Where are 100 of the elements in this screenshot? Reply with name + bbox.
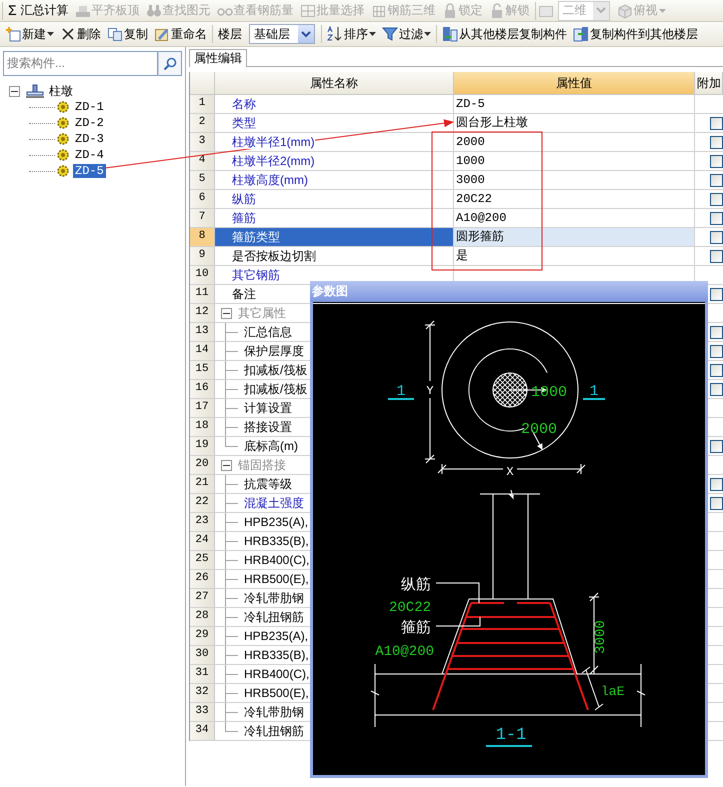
column-header[interactable]: 属性名称 <box>215 72 454 94</box>
checkbox[interactable] <box>710 364 723 376</box>
tree-line <box>225 627 237 645</box>
property-name: 冷轧扭钢筋 <box>244 724 304 738</box>
row-number: 10 <box>190 266 215 284</box>
property-name: 纵筋 <box>232 192 256 206</box>
tree-item[interactable]: ZD-5 <box>73 164 106 178</box>
property-name: 保护层厚度 <box>244 344 304 358</box>
checkbox[interactable] <box>710 288 723 300</box>
property-value[interactable]: 圆形箍筋 <box>454 228 694 246</box>
gear-icon <box>57 165 69 177</box>
toolbar-button[interactable]: 从其他楼层复制构件 <box>439 24 570 44</box>
checkbox[interactable] <box>710 344 723 358</box>
row-number: 16 <box>190 380 215 398</box>
row-number: 20 <box>190 456 215 474</box>
collapse-toggle[interactable] <box>221 308 232 318</box>
property-value[interactable]: 3000 <box>454 171 694 189</box>
checkbox[interactable] <box>710 478 723 490</box>
tree-line <box>225 646 237 664</box>
row-number: 15 <box>190 361 215 379</box>
group-name: 其它属性 <box>238 306 286 320</box>
checkbox[interactable] <box>710 154 723 168</box>
tree-item[interactable]: ZD-4 <box>73 148 106 162</box>
checkbox[interactable] <box>710 192 723 206</box>
toolbar-button[interactable]: Σ 汇总计算 <box>5 0 72 20</box>
collapse-toggle[interactable] <box>9 86 20 96</box>
search-field[interactable]: 搜索构件... <box>3 51 158 76</box>
checkbox[interactable] <box>710 440 723 452</box>
checkbox[interactable] <box>710 174 723 186</box>
property-name: 其它钢筋 <box>232 268 280 282</box>
row-number: 26 <box>190 570 215 588</box>
dimension-label: X <box>506 465 514 479</box>
row-number: 31 <box>190 665 215 683</box>
tree-line <box>225 342 237 360</box>
floor-select[interactable]: 基础层 <box>249 24 315 44</box>
tree-line <box>225 532 237 550</box>
group-name: 锚固搭接 <box>238 458 286 472</box>
checkbox[interactable] <box>710 212 723 224</box>
toolbar-button[interactable]: 复制 <box>104 24 151 44</box>
tree-line <box>225 494 237 512</box>
property-name: HPB235(A), <box>244 628 308 644</box>
checkbox[interactable] <box>710 116 723 130</box>
checkbox[interactable] <box>710 250 723 262</box>
checkbox[interactable] <box>710 230 723 244</box>
property-value[interactable]: 圆台形上柱墩 <box>454 114 694 132</box>
row-number: 34 <box>190 722 215 740</box>
property-name: HRB500(E), <box>244 572 309 586</box>
section-mark-underline <box>583 398 605 400</box>
search-button[interactable] <box>158 51 182 76</box>
dimension-label: 3000 <box>593 620 609 654</box>
property-value[interactable]: 2000 <box>454 133 694 151</box>
row-number: 13 <box>190 323 215 341</box>
property-value[interactable]: 20C22 <box>454 190 694 208</box>
row-number: 21 <box>190 475 215 493</box>
row-number: 32 <box>190 684 215 702</box>
grid-icon <box>300 2 316 18</box>
tree-item[interactable]: 柱墩 <box>47 84 75 98</box>
rebar-spec: 20C22 <box>388 600 431 616</box>
row-number: 12 <box>190 304 215 322</box>
property-name: 箍筋类型 <box>232 230 280 244</box>
column-header[interactable]: 属性值 <box>454 72 695 94</box>
property-name: HRB335(B), <box>244 648 309 662</box>
column-group-icon <box>26 84 44 98</box>
row-number: 17 <box>190 399 215 417</box>
row-number: 23 <box>190 513 215 531</box>
toolbar-button[interactable]: 复制构件到其他楼层 <box>570 24 701 44</box>
collapse-toggle[interactable] <box>221 460 232 470</box>
sort-icon <box>327 26 343 42</box>
tab[interactable]: 属性编辑 <box>189 49 247 67</box>
tree-item[interactable]: ZD-2 <box>73 116 106 130</box>
toolbar-button[interactable]: 重命名 <box>151 24 210 44</box>
property-value[interactable]: A10@200 <box>454 209 694 227</box>
property-name: 搭接设置 <box>244 420 292 434</box>
tree-item[interactable]: ZD-1 <box>73 100 106 114</box>
search-icon <box>163 56 177 70</box>
checkbox[interactable] <box>710 382 723 396</box>
checkbox[interactable] <box>710 496 723 510</box>
checkbox[interactable] <box>710 326 723 338</box>
hatched-circle <box>492 372 528 408</box>
checkbox[interactable] <box>710 136 723 148</box>
row-number: 27 <box>190 589 215 607</box>
toolbar-button[interactable]: 新建 <box>2 24 57 44</box>
section-mark: 1 <box>590 383 598 400</box>
property-value[interactable]: 是 <box>454 247 694 265</box>
property-value[interactable]: 1000 <box>454 152 694 170</box>
column-header[interactable]: 附加 <box>695 72 723 94</box>
property-value[interactable]: ZD-5 <box>454 95 694 113</box>
toolbar-button[interactable]: 排序 <box>324 24 379 44</box>
dimension-label: laE <box>601 684 624 699</box>
toolbar-button[interactable]: 过滤 <box>379 24 434 44</box>
gear-icon <box>57 149 69 161</box>
property-name: 扣减板/筏板 <box>244 362 308 378</box>
radius-label: 1000 <box>531 384 568 401</box>
property-name: 类型 <box>232 116 256 130</box>
toolbar-button[interactable]: 删除 <box>57 24 104 44</box>
section-mark: 1 <box>396 383 406 400</box>
tree-item[interactable]: ZD-3 <box>73 132 106 146</box>
copy-icon <box>107 26 123 42</box>
section-mark-underline <box>388 398 414 400</box>
copy-from-floor-icon <box>442 26 458 42</box>
